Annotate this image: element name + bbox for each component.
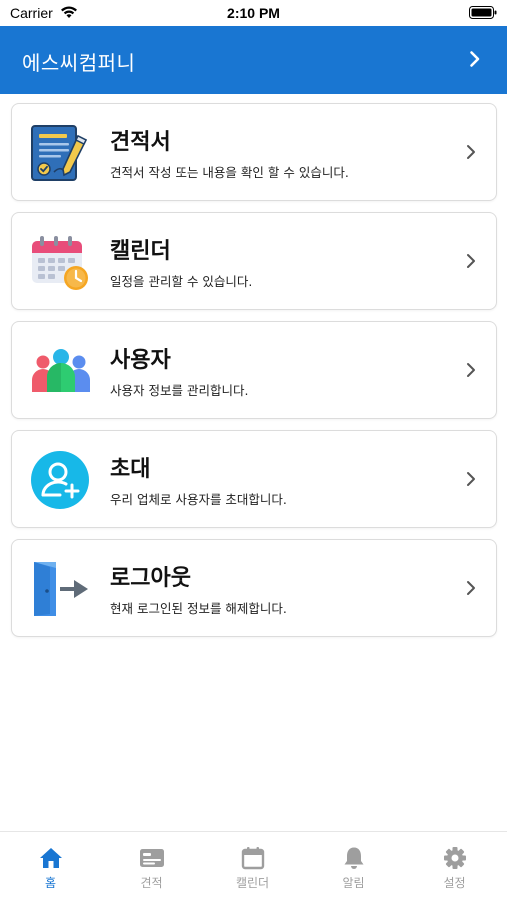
menu-item-description: 우리 업체로 사용자를 초대합니다. [110, 492, 287, 507]
menu-item-logout[interactable]: 로그아웃 현재 로그인된 정보를 해제합니다. [11, 539, 497, 637]
logout-door-icon [34, 562, 88, 616]
menu-list: 견적서 견적서 작성 또는 내용을 확인 할 수 있습니다. 캘린더 일정을 관… [11, 103, 497, 648]
menu-item-title: 견적서 [110, 130, 171, 155]
tab-home[interactable]: 홈 [0, 832, 101, 900]
tab-notifications[interactable]: 알림 [303, 832, 404, 900]
bell-icon [344, 847, 364, 869]
tab-label: 홈 [44, 876, 57, 890]
tab-settings[interactable]: 설정 [404, 832, 505, 900]
status-time: 2:10 PM [227, 5, 280, 21]
chevron-right-icon [467, 363, 475, 377]
menu-item-description: 사용자 정보를 관리합니다. [110, 383, 249, 398]
tab-label: 설정 [443, 876, 466, 890]
users-group-icon [32, 349, 90, 392]
tab-label: 견적 [140, 876, 163, 890]
chevron-right-icon [467, 472, 475, 486]
company-title: 에스씨컴퍼니 [22, 51, 136, 75]
card-icon [140, 849, 164, 867]
menu-item-title: 로그아웃 [110, 566, 191, 591]
menu-item-title: 캘린더 [110, 239, 171, 264]
tab-label: 알림 [342, 876, 365, 890]
calendar-clock-icon [32, 236, 88, 290]
menu-item-description: 일정을 관리할 수 있습니다. [110, 274, 253, 289]
chevron-right-icon [467, 581, 475, 595]
calendar-icon [241, 847, 265, 870]
quote-document-icon [31, 125, 88, 181]
status-bar: Carrier 2:10 PM [0, 0, 507, 26]
menu-item-calendar[interactable]: 캘린더 일정을 관리할 수 있습니다. [11, 212, 497, 310]
invite-user-icon [31, 451, 89, 509]
tab-quote[interactable]: 견적 [101, 832, 202, 900]
home-icon [40, 848, 62, 868]
menu-item-title: 사용자 [110, 348, 171, 373]
app-header: 에스씨컴퍼니 [0, 26, 507, 94]
menu-item-title: 초대 [110, 457, 151, 482]
chevron-right-icon[interactable] [469, 50, 481, 68]
tab-calendar[interactable]: 캘린더 [202, 832, 303, 900]
chevron-right-icon [467, 254, 475, 268]
menu-item-users[interactable]: 사용자 사용자 정보를 관리합니다. [11, 321, 497, 419]
menu-item-invite[interactable]: 초대 우리 업체로 사용자를 초대합니다. [11, 430, 497, 528]
gear-icon [444, 847, 466, 869]
tab-label: 캘린더 [235, 876, 270, 890]
menu-item-description: 견적서 작성 또는 내용을 확인 할 수 있습니다. [110, 165, 349, 180]
bottom-tab-bar: 홈 견적 캘린더 알림 설정 [0, 831, 507, 900]
battery-icon [469, 6, 497, 19]
menu-item-quote[interactable]: 견적서 견적서 작성 또는 내용을 확인 할 수 있습니다. [11, 103, 497, 201]
menu-item-description: 현재 로그인된 정보를 해제합니다. [110, 601, 287, 616]
chevron-right-icon [467, 145, 475, 159]
